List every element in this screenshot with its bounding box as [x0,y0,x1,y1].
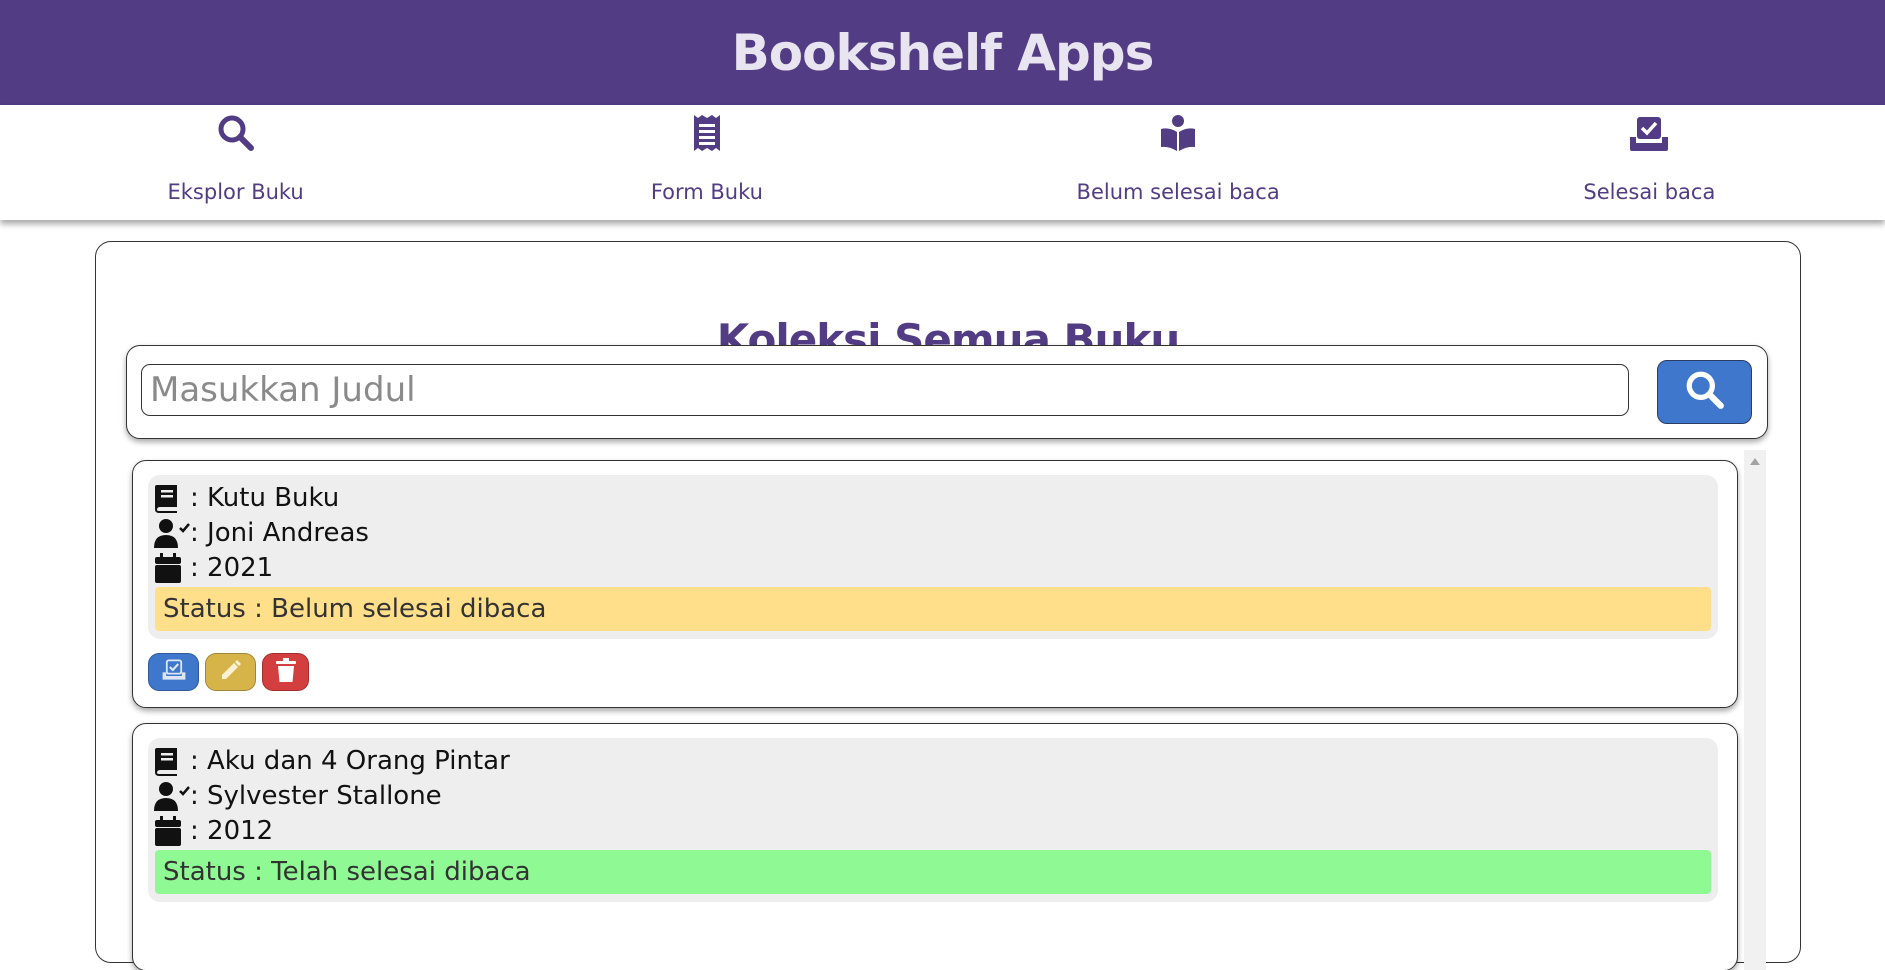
trash-icon [275,657,296,687]
nav-item-label: Form Buku [650,180,763,204]
app-header: Bookshelf Apps [0,0,1885,105]
nav-item-label: Belum selesai baca [1076,180,1280,204]
scroll-up-arrow-icon[interactable] [1750,458,1760,465]
app-title: Bookshelf Apps [731,23,1155,82]
book-author: : Joni Andreas [190,518,369,548]
nav-item-label: Selesai baca [1583,180,1716,204]
user-check-icon [154,781,190,811]
inbox-check-icon [161,658,187,687]
nav-item-label: Eksplor Buku [167,180,304,204]
book-title: : Kutu Buku [190,483,340,513]
calendar-icon [154,553,190,583]
inbox-check-icon [1627,111,1671,155]
book-year: : 2012 [190,816,274,846]
status-badge: Status : Telah selesai dibaca [155,850,1711,894]
nav-bar: Eksplor Buku Form Buku Belum selesai bac… [0,105,1885,220]
nav-item-form-buku[interactable]: Form Buku [471,105,942,220]
book-list: : Kutu Buku : Joni Andreas : 2021 Status… [126,450,1766,970]
search-icon [214,111,258,155]
book-author-row: : Sylvester Stallone [154,781,442,811]
book-title-row: : Aku dan 4 Orang Pintar [154,746,510,776]
search-button[interactable] [1657,360,1752,424]
delete-button[interactable] [262,653,309,691]
nav-item-eksplor-buku[interactable]: Eksplor Buku [0,105,471,220]
book-title: : Aku dan 4 Orang Pintar [190,746,510,776]
book-collection-panel: Koleksi Semua Buku : Kutu Buku [95,241,1801,970]
search-icon [1684,369,1726,416]
book-author-row: : Joni Andreas [154,518,369,548]
book-icon [154,483,190,513]
book-year: : 2021 [190,553,274,583]
book-info: : Kutu Buku : Joni Andreas : 2021 Status… [148,475,1718,639]
pencil-icon [219,658,243,687]
search-box [126,345,1768,439]
mark-finished-button[interactable] [148,653,199,691]
scrollbar[interactable] [1744,450,1766,970]
book-title-row: : Kutu Buku [154,483,339,513]
book-info: : Aku dan 4 Orang Pintar : Sylvester Sta… [148,738,1718,902]
edit-button[interactable] [205,653,256,691]
book-card: : Aku dan 4 Orang Pintar : Sylvester Sta… [132,723,1738,970]
nav-item-belum-selesai-baca[interactable]: Belum selesai baca [943,105,1414,220]
user-check-icon [154,518,190,548]
book-year-row: : 2012 [154,816,273,846]
status-badge: Status : Belum selesai dibaca [155,587,1711,631]
book-actions [148,653,309,691]
book-author: : Sylvester Stallone [190,781,442,811]
nav-item-selesai-baca[interactable]: Selesai baca [1414,105,1885,220]
book-icon [154,746,190,776]
book-year-row: : 2021 [154,553,273,583]
search-input[interactable] [141,364,1629,416]
book-card: : Kutu Buku : Joni Andreas : 2021 Status… [132,460,1738,708]
calendar-icon [154,816,190,846]
book-reader-icon [1156,111,1200,155]
receipt-icon [685,111,729,155]
